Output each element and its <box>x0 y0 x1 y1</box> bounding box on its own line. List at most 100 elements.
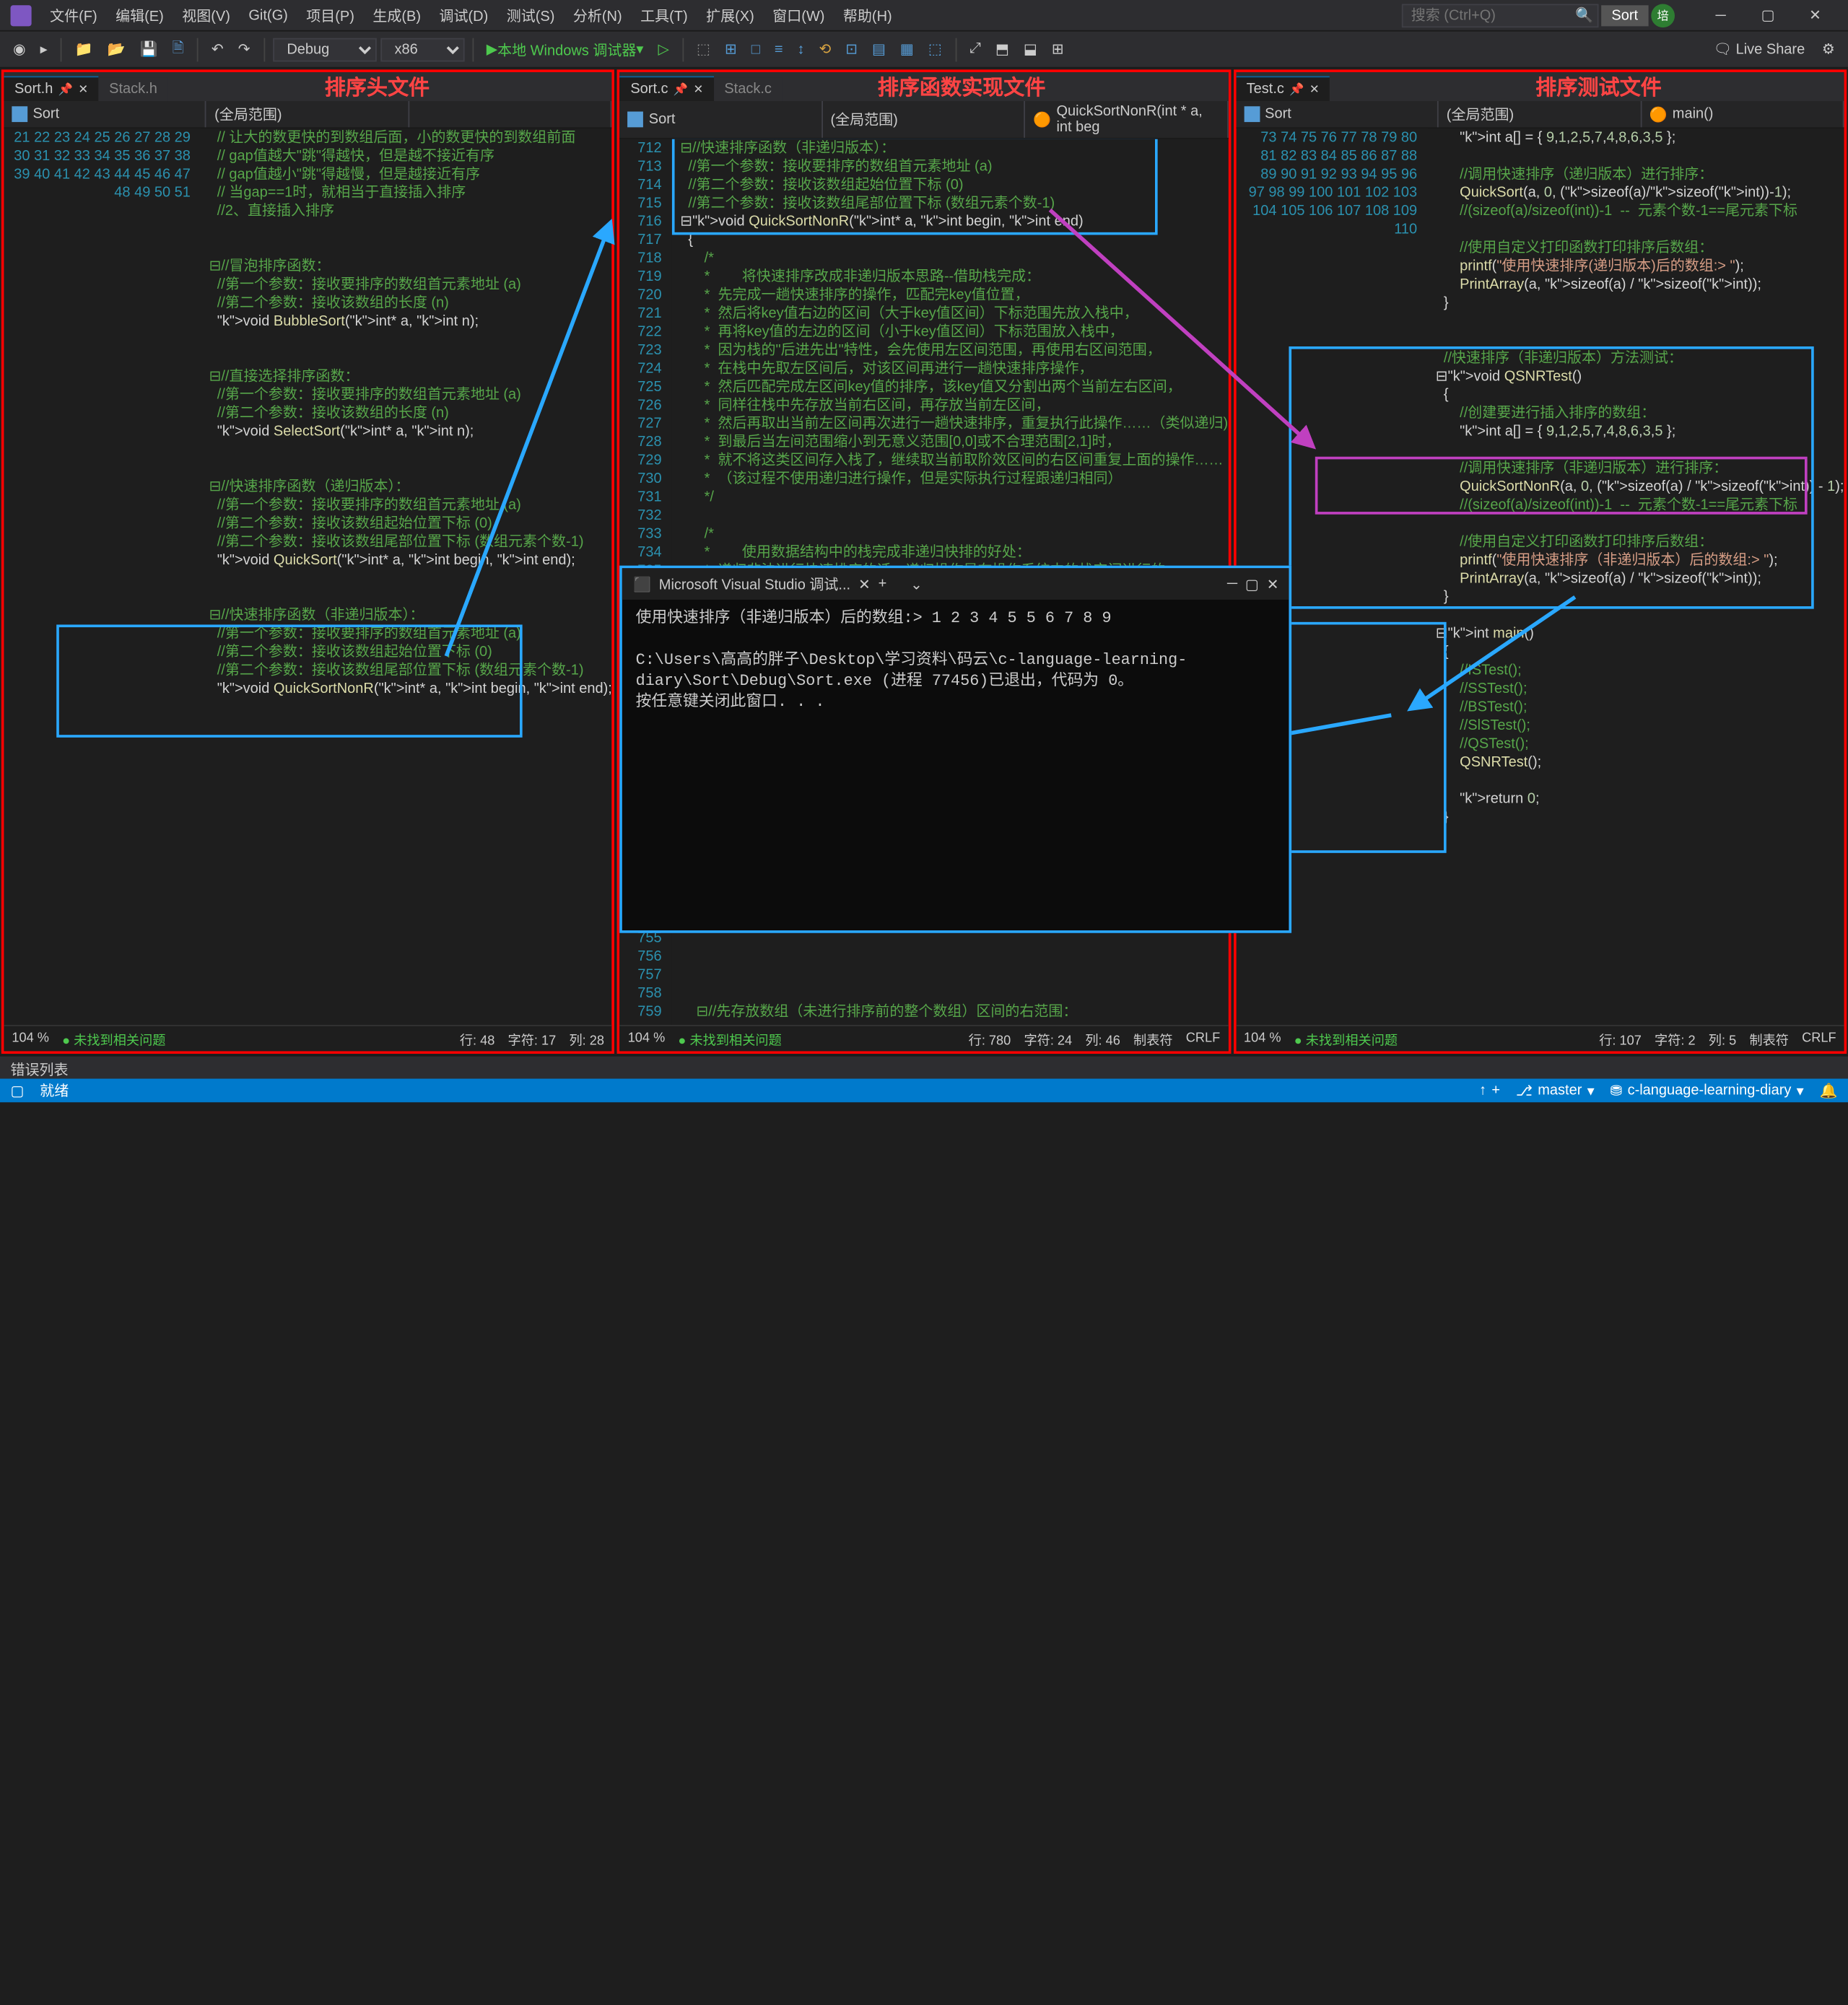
issues-indicator[interactable]: ● 未找到相关问题 <box>678 1028 781 1048</box>
output-icon[interactable]: ▢ <box>11 1082 25 1099</box>
menu-project[interactable]: 项目(P) <box>298 2 362 28</box>
toolbar-icon-12[interactable]: ⬒ <box>990 38 1014 61</box>
error-list-tab[interactable]: 错误列表 <box>0 1055 1848 1079</box>
scope-project[interactable]: Sort <box>4 101 206 127</box>
menu-edit[interactable]: 编辑(E) <box>108 2 171 28</box>
toolbar-icon-13[interactable]: ⬓ <box>1019 38 1042 61</box>
indent-mode[interactable]: 制表符 <box>1749 1028 1789 1048</box>
issues-indicator[interactable]: ● 未找到相关问题 <box>62 1028 165 1048</box>
menu-view[interactable]: 视图(V) <box>174 2 237 28</box>
scope-global[interactable]: (全局范围) <box>823 101 1026 138</box>
toolbar-icon-5[interactable]: ↕ <box>792 39 810 60</box>
menu-help[interactable]: 帮助(H) <box>835 2 900 28</box>
minimize-icon[interactable]: ─ <box>1227 576 1237 592</box>
pin-icon[interactable]: 📌 <box>58 82 73 97</box>
start-debug-button[interactable]: ▶ 本地 Windows 调试器 ▾ <box>481 36 648 62</box>
save-all-icon[interactable]: 🗎 <box>167 34 189 64</box>
menu-window[interactable]: 窗口(W) <box>764 2 832 28</box>
start-no-debug-icon[interactable]: ▷ <box>653 38 674 61</box>
new-icon[interactable]: 📁 <box>70 38 98 61</box>
open-icon[interactable]: 📂 <box>103 38 131 61</box>
scope-project[interactable]: Sort <box>620 101 823 138</box>
menu-build[interactable]: 生成(B) <box>365 2 428 28</box>
maximize-button[interactable]: ▢ <box>1745 2 1790 28</box>
tab-test-c[interactable]: Test.c📌✕ <box>1236 76 1330 101</box>
scope-project[interactable]: Sort <box>1236 101 1439 127</box>
pane-test-c: 排序测试文件 Test.c📌✕ Sort (全局范围) 🟠 main() 73 … <box>1233 69 1847 1054</box>
scope-member[interactable]: 🟠 main() <box>1642 101 1844 127</box>
scope-member[interactable]: 🟠 QuickSortNonR(int * a, int beg <box>1025 101 1228 138</box>
user-avatar-icon[interactable]: 培 <box>1651 4 1675 27</box>
cursor-line: 行: 780 <box>969 1028 1011 1048</box>
minimize-button[interactable]: ─ <box>1699 2 1743 28</box>
toolbar-icon-11[interactable]: ⤢ <box>964 38 987 61</box>
toolbar-icon-7[interactable]: ⊡ <box>840 38 863 61</box>
close-button[interactable]: ✕ <box>1793 2 1838 28</box>
config-select[interactable]: Debug <box>272 38 376 61</box>
zoom-level[interactable]: 104 % <box>628 1031 666 1046</box>
menu-analyze[interactable]: 分析(N) <box>565 2 630 28</box>
toolbar-icon-4[interactable]: ≡ <box>770 39 788 60</box>
close-icon[interactable]: ✕ <box>78 82 88 97</box>
close-window-icon[interactable]: ✕ <box>1267 575 1279 593</box>
code-editor-3[interactable]: 73 74 75 76 77 78 79 80 81 82 83 84 85 8… <box>1236 128 1844 1025</box>
toolbar-icon-6[interactable]: ⟲ <box>814 38 836 61</box>
toolbar-icon-8[interactable]: ▤ <box>867 38 891 61</box>
nav-fwd-icon[interactable]: ▸ <box>35 38 53 61</box>
menu-test[interactable]: 测试(S) <box>499 2 562 28</box>
pin-icon[interactable]: 📌 <box>1289 82 1304 97</box>
indent-mode[interactable]: 制表符 <box>1133 1028 1173 1048</box>
search-input[interactable] <box>1402 4 1599 27</box>
scope-global[interactable]: (全局范围) <box>206 101 409 127</box>
notifications-icon[interactable]: 🔔 <box>1820 1082 1838 1099</box>
menu-debug[interactable]: 调试(D) <box>432 2 497 28</box>
undo-icon[interactable]: ↶ <box>206 38 229 61</box>
zoom-level[interactable]: 104 % <box>1244 1031 1281 1046</box>
line-ending[interactable]: CRLF <box>1186 1031 1221 1046</box>
toolbar-icon-9[interactable]: ▦ <box>895 38 919 61</box>
git-changes[interactable]: ↑ + <box>1479 1083 1500 1098</box>
feedback-icon[interactable]: ⚙ <box>1817 38 1841 61</box>
issues-indicator[interactable]: ● 未找到相关问题 <box>1294 1028 1398 1048</box>
close-icon[interactable]: ✕ <box>858 575 871 593</box>
save-icon[interactable]: 💾 <box>134 38 162 61</box>
line-ending[interactable]: CRLF <box>1802 1031 1836 1046</box>
cursor-char: 字符: 17 <box>508 1028 557 1048</box>
live-share-button[interactable]: 🗨 Live Share <box>1706 38 1813 61</box>
debug-console: ⬛ Microsoft Visual Studio 调试... ✕ + ⌄ ─ … <box>620 566 1292 933</box>
toolbar-icon-14[interactable]: ⊞ <box>1047 38 1069 61</box>
toolbar-icon-3[interactable]: □ <box>746 39 765 60</box>
pane-status-3: 104 % ● 未找到相关问题 行: 107 字符: 2 列: 5 制表符 CR… <box>1236 1025 1844 1051</box>
tab-stack-c[interactable]: Stack.c <box>714 77 783 101</box>
dropdown-icon[interactable]: ⌄ <box>910 575 923 593</box>
new-tab-icon[interactable]: + <box>879 576 887 592</box>
menu-git[interactable]: Git(G) <box>240 4 295 25</box>
toolbar-icon-10[interactable]: ⬚ <box>923 38 947 61</box>
menu-file[interactable]: 文件(F) <box>42 2 105 28</box>
scope-member[interactable] <box>409 101 612 127</box>
terminal-output[interactable]: 使用快速排序（非递归版本）后的数组:> 1 2 3 4 5 5 6 7 8 9 … <box>622 600 1289 930</box>
platform-select[interactable]: x86 <box>380 38 463 61</box>
pin-icon[interactable]: 📌 <box>674 82 688 97</box>
tab-stack-h[interactable]: Stack.h <box>99 77 168 101</box>
redo-icon[interactable]: ↷ <box>232 38 255 61</box>
code-editor-1[interactable]: 21 22 23 24 25 26 27 28 29 30 31 32 33 3… <box>4 128 611 1025</box>
close-icon[interactable]: ✕ <box>1309 82 1320 97</box>
menu-extensions[interactable]: 扩展(X) <box>698 2 762 28</box>
close-icon[interactable]: ✕ <box>694 82 704 97</box>
git-repo[interactable]: ⛃ c-language-learning-diary ▾ <box>1611 1082 1804 1099</box>
tab-sort-h[interactable]: Sort.h📌✕ <box>4 76 98 101</box>
toolbar-icon-2[interactable]: ⊞ <box>720 38 742 61</box>
scope-global[interactable]: (全局范围) <box>1439 101 1642 127</box>
maximize-icon[interactable]: ▢ <box>1245 575 1259 593</box>
toolbar-icon-1[interactable]: ⬚ <box>692 38 715 61</box>
search-button[interactable]: Sort <box>1601 4 1649 25</box>
tab-sort-c[interactable]: Sort.c📌✕ <box>620 76 714 101</box>
git-branch[interactable]: ⎇ master ▾ <box>1516 1082 1595 1099</box>
cursor-col: 列: 46 <box>1085 1028 1120 1048</box>
pane-sort-c: 排序函数实现文件 Sort.c📌✕ Stack.c Sort (全局范围) 🟠 … <box>617 69 1231 1054</box>
nav-back-icon[interactable]: ◉ <box>8 38 31 61</box>
zoom-level[interactable]: 104 % <box>12 1031 49 1046</box>
terminal-title: Microsoft Visual Studio 调试... <box>659 574 850 595</box>
menu-tools[interactable]: 工具(T) <box>632 2 695 28</box>
